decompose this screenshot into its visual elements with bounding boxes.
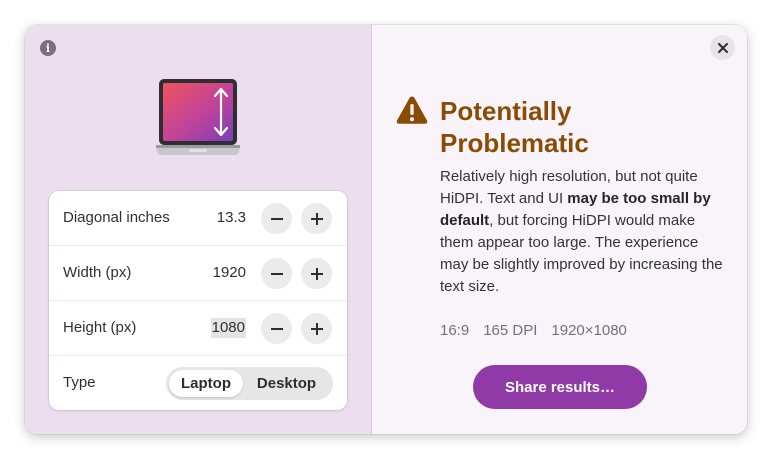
height-decrement-button[interactable] xyxy=(261,313,292,344)
app-window: i Diagonal inches 13.3 Width (px) 1920 H… xyxy=(25,25,747,434)
diagonal-increment-button[interactable] xyxy=(301,203,332,234)
diagonal-value[interactable]: 13.3 xyxy=(217,191,246,245)
diagonal-row: Diagonal inches 13.3 xyxy=(49,191,347,246)
width-decrement-button[interactable] xyxy=(261,258,292,289)
result-panel: Potentially Problematic Relatively high … xyxy=(371,25,747,434)
settings-card: Diagonal inches 13.3 Width (px) 1920 Hei… xyxy=(49,191,347,410)
close-button[interactable] xyxy=(710,35,735,60)
type-label: Type xyxy=(63,374,96,391)
width-value[interactable]: 1920 xyxy=(213,246,246,300)
width-label: Width (px) xyxy=(63,264,132,281)
resolution-value: 1920×1080 xyxy=(551,322,627,339)
type-option-laptop[interactable]: Laptop xyxy=(169,370,243,397)
type-toggle: Laptop Desktop xyxy=(166,367,333,400)
info-icon[interactable]: i xyxy=(40,40,56,56)
plus-icon xyxy=(310,267,323,280)
height-value[interactable]: 1080 xyxy=(210,318,246,338)
diagonal-label: Diagonal inches xyxy=(63,209,170,226)
minus-icon xyxy=(270,327,283,330)
minus-icon xyxy=(270,217,283,220)
plus-icon xyxy=(310,322,323,335)
input-panel: i Diagonal inches 13.3 Width (px) 1920 H… xyxy=(25,25,371,434)
share-results-button[interactable]: Share results… xyxy=(473,365,647,409)
minus-icon xyxy=(270,272,283,275)
width-increment-button[interactable] xyxy=(301,258,332,289)
height-label: Height (px) xyxy=(63,319,137,336)
close-icon xyxy=(717,42,728,53)
type-option-desktop[interactable]: Desktop xyxy=(243,370,330,397)
warning-icon xyxy=(396,96,428,124)
height-row: Height (px) 1080 xyxy=(49,301,347,356)
plus-icon xyxy=(310,212,323,225)
result-description: Relatively high resolution, but not quit… xyxy=(440,166,724,298)
result-title: Potentially Problematic xyxy=(440,96,589,158)
type-row: Type Laptop Desktop xyxy=(49,356,347,410)
height-increment-button[interactable] xyxy=(301,313,332,344)
aspect-ratio: 16:9 xyxy=(440,322,470,339)
laptop-icon xyxy=(156,79,240,155)
width-row: Width (px) 1920 xyxy=(49,246,347,301)
dpi-value: 165 DPI xyxy=(483,322,538,339)
diagonal-decrement-button[interactable] xyxy=(261,203,292,234)
display-metrics: 16:9 165 DPI 1920×1080 xyxy=(440,322,627,339)
